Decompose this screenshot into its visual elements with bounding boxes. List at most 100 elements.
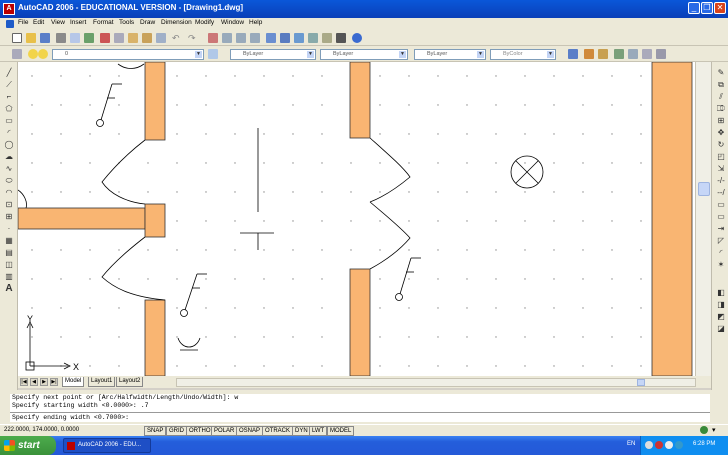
make-current-layer-icon[interactable]: [208, 49, 218, 59]
help-icon[interactable]: [352, 33, 362, 43]
calculator-icon[interactable]: [336, 33, 346, 43]
snap-toggle[interactable]: SNAP: [144, 426, 167, 436]
fillet-icon[interactable]: ◜: [716, 248, 726, 258]
styles-icon[interactable]: [568, 49, 578, 59]
publish-icon[interactable]: [84, 33, 94, 43]
security-icon[interactable]: [655, 441, 663, 449]
rectangle-icon[interactable]: ▭: [4, 116, 14, 126]
pan-icon[interactable]: [208, 33, 218, 43]
multiline-text-icon[interactable]: A: [4, 284, 14, 294]
rotate-icon[interactable]: ↻: [716, 140, 726, 150]
copy-icon[interactable]: [114, 33, 124, 43]
minimize-button[interactable]: _: [688, 2, 700, 14]
sheet-set-icon[interactable]: [308, 33, 318, 43]
make-block-icon[interactable]: ⊞: [4, 212, 14, 222]
scrollbar-thumb[interactable]: [698, 182, 710, 196]
menu-modify[interactable]: Modify: [195, 19, 214, 26]
move-icon[interactable]: ✥: [716, 128, 726, 138]
menu-edit[interactable]: Edit: [33, 19, 44, 26]
construction-line-icon[interactable]: ⟋: [4, 80, 14, 90]
join-icon[interactable]: ⇥: [716, 224, 726, 234]
lwt-toggle[interactable]: LWT: [309, 426, 328, 436]
table-style-icon[interactable]: [614, 49, 624, 59]
polar-toggle[interactable]: POLAR: [211, 426, 238, 436]
explode-icon[interactable]: ✶: [716, 260, 726, 270]
layer-dropdown[interactable]: 0 ▼: [52, 49, 204, 60]
circle-icon[interactable]: ◯: [4, 140, 14, 150]
last-tab-button[interactable]: ▶|: [50, 378, 58, 386]
dim-style-icon[interactable]: [598, 49, 608, 59]
tool-palettes-icon[interactable]: [294, 33, 304, 43]
messenger-icon[interactable]: [675, 441, 683, 449]
polyline-icon[interactable]: ⌐: [4, 92, 14, 102]
zoom-previous-icon[interactable]: [250, 33, 260, 43]
menu-file[interactable]: File: [18, 19, 28, 26]
offset-icon[interactable]: ⎄: [716, 104, 726, 114]
array-icon[interactable]: ⊞: [716, 116, 726, 126]
zoom-window-icon[interactable]: [236, 33, 246, 43]
document-icon[interactable]: [6, 20, 14, 28]
menu-insert[interactable]: Insert: [70, 19, 86, 26]
tab-model[interactable]: Model: [62, 377, 85, 387]
horizontal-scrollbar[interactable]: [176, 378, 696, 387]
linetype-dropdown[interactable]: ByLayer ▼: [320, 49, 408, 60]
lineweight-dropdown[interactable]: ByLayer ▼: [414, 49, 486, 60]
ellipse-arc-icon[interactable]: ◠: [4, 188, 14, 198]
break-at-point-icon[interactable]: ▭: [716, 212, 726, 222]
copy-object-icon[interactable]: ⧉: [716, 80, 726, 90]
dyn-toggle[interactable]: DYN: [292, 426, 311, 436]
region-icon[interactable]: ◫: [4, 260, 14, 270]
markup-icon[interactable]: [322, 33, 332, 43]
chamfer-icon[interactable]: ◸: [716, 236, 726, 246]
gradient-icon[interactable]: ▤: [4, 248, 14, 258]
close-button[interactable]: ✕: [714, 2, 726, 14]
menu-format[interactable]: Format: [93, 19, 114, 26]
plotstyle-dropdown[interactable]: ByColor ▼: [490, 49, 556, 60]
text-style-icon[interactable]: [584, 49, 594, 59]
scale-icon[interactable]: ◰: [716, 152, 726, 162]
menu-help[interactable]: Help: [249, 19, 262, 26]
workspace-icon[interactable]: [628, 49, 638, 59]
model-toggle[interactable]: MODEL: [327, 426, 355, 436]
workspace-settings-icon[interactable]: [642, 49, 652, 59]
arc-icon[interactable]: ◜: [4, 128, 14, 138]
menu-draw[interactable]: Draw: [140, 19, 155, 26]
polygon-icon[interactable]: ⬠: [4, 104, 14, 114]
first-tab-button[interactable]: |◀: [20, 378, 28, 386]
stretch-icon[interactable]: ⇲: [716, 164, 726, 174]
taskbar-item-autocad[interactable]: AutoCAD 2006 - EDU...: [63, 438, 151, 453]
status-menu-icon[interactable]: ▾: [712, 426, 716, 434]
menu-window[interactable]: Window: [221, 19, 244, 26]
trim-icon[interactable]: -/-: [716, 176, 726, 186]
volume-icon[interactable]: [665, 441, 673, 449]
send-back-icon[interactable]: ◩: [716, 312, 726, 322]
color-dropdown[interactable]: ByLayer ▼: [230, 49, 316, 60]
save-icon[interactable]: [40, 33, 50, 43]
design-center-icon[interactable]: [280, 33, 290, 43]
undo-icon[interactable]: ↶: [172, 33, 182, 43]
save-workspace-icon[interactable]: [656, 49, 666, 59]
new-file-icon[interactable]: [12, 33, 22, 43]
previous-tab-button[interactable]: ◀: [30, 378, 38, 386]
next-tab-button[interactable]: ▶: [40, 378, 48, 386]
menu-view[interactable]: View: [51, 19, 65, 26]
drawing-canvas[interactable]: Y X: [18, 62, 695, 376]
open-folder-icon[interactable]: [26, 33, 36, 43]
network-icon[interactable]: [645, 441, 653, 449]
layer-on-icon[interactable]: [28, 49, 38, 59]
revision-cloud-icon[interactable]: ☁: [4, 152, 14, 162]
layer-thaw-icon[interactable]: [38, 49, 48, 59]
erase-icon[interactable]: ✎: [716, 68, 726, 78]
grid-toggle[interactable]: GRID: [166, 426, 187, 436]
bring-above-icon[interactable]: ◪: [716, 324, 726, 334]
ellipse-icon[interactable]: ⬭: [4, 176, 14, 186]
osnap-toggle[interactable]: OSNAP: [236, 426, 264, 436]
language-indicator[interactable]: EN: [627, 441, 635, 447]
layer-manager-icon[interactable]: [12, 49, 22, 59]
otrack-toggle[interactable]: OTRACK: [262, 426, 294, 436]
restore-button[interactable]: ❐: [701, 2, 713, 14]
plot-preview-icon[interactable]: [70, 33, 80, 43]
redo-icon[interactable]: ↷: [188, 33, 198, 43]
print-icon[interactable]: [56, 33, 66, 43]
ortho-toggle[interactable]: ORTHO: [186, 426, 214, 436]
